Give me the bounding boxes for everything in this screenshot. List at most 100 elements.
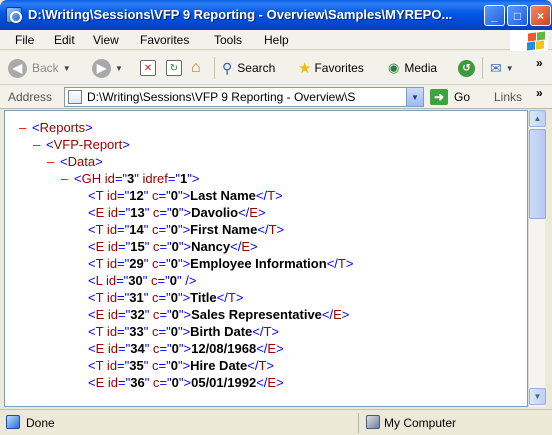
xml-element: <T id="31" c="0">Title</T> <box>88 289 243 306</box>
xml-attr-value: 0 <box>170 290 178 305</box>
maximize-button[interactable]: □ <box>507 5 528 26</box>
minimize-button[interactable]: _ <box>484 5 505 26</box>
forward-button[interactable]: ▶ ▼ <box>92 58 123 78</box>
xml-element: <GH id="3" idref="1"> <box>74 170 199 187</box>
menu-bar: File Edit View Favorites Tools Help <box>0 30 552 50</box>
xml-element: <T id="14" c="0">First Name</T> <box>88 221 284 238</box>
go-arrow-icon[interactable]: ➜ <box>430 89 448 105</box>
xml-tag-name: E <box>249 205 258 220</box>
xml-attr-value: 0 <box>170 324 178 339</box>
xml-line[interactable]: – <GH id="3" idref="1"> <box>5 170 525 187</box>
collapse-toggle[interactable]: – <box>61 170 68 187</box>
xml-tag-name: E <box>95 239 105 254</box>
xml-bracket: > <box>345 256 354 271</box>
my-computer-icon <box>366 415 380 429</box>
xml-line: <T id="35" c="0">Hire Date</T> <box>5 357 525 374</box>
menu-help[interactable]: Help <box>264 33 289 47</box>
search-button[interactable]: ⚲ Search <box>222 58 275 78</box>
xml-bracket: =" <box>114 171 128 186</box>
xml-bracket: < <box>32 120 40 135</box>
xml-bracket: </ <box>256 341 268 356</box>
xml-attr-value: 13 <box>130 205 145 220</box>
xml-tree: – <Reports> – <VFP-Report> – <Data> – <GH id="3… <box>5 119 525 391</box>
xml-text-value: Employee Information <box>190 256 327 271</box>
history-button[interactable]: ↺ <box>458 58 475 78</box>
toolbar-overflow-button[interactable]: » <box>536 53 543 73</box>
window-title: D:\Writing\Sessions\VFP 9 Reporting - Ov… <box>28 7 453 22</box>
xml-text-value: Title <box>190 290 217 305</box>
xml-tag-name: Data <box>67 154 96 169</box>
menu-tools[interactable]: Tools <box>214 33 242 47</box>
menu-file[interactable]: File <box>15 33 34 47</box>
xml-text-value: First Name <box>190 222 258 237</box>
address-bar: Address D:\Writing\Sessions\VFP 9 Report… <box>0 85 552 109</box>
scroll-thumb[interactable] <box>529 129 546 219</box>
xml-tag-name: T <box>268 222 277 237</box>
xml-bracket: < <box>88 324 96 339</box>
xml-bracket: < <box>88 239 96 254</box>
page-done-icon <box>6 415 20 429</box>
xml-line[interactable]: – <Data> <box>5 153 525 170</box>
scroll-up-button[interactable]: ▲ <box>529 110 546 127</box>
xml-bracket: </ <box>326 256 338 271</box>
menu-favorites[interactable]: Favorites <box>140 33 189 47</box>
xml-attr-name: id <box>102 273 117 288</box>
xml-bracket: > <box>183 205 192 220</box>
scroll-down-button[interactable]: ▼ <box>529 388 546 405</box>
close-button[interactable]: × <box>530 5 551 26</box>
back-button[interactable]: ◀ Back ▼ <box>8 58 71 78</box>
xml-bracket: =" <box>157 273 170 288</box>
xml-line: <E id="13" c="0">Davolio</E> <box>5 204 525 221</box>
collapse-toggle[interactable]: – <box>19 119 26 136</box>
xml-bracket: =" <box>117 324 130 339</box>
xml-bracket: < <box>88 307 96 322</box>
xml-text-value: 12/08/1968 <box>191 341 257 356</box>
xml-bracket: =" <box>117 188 130 203</box>
xml-line: <T id="33" c="0">Birth Date</T> <box>5 323 525 340</box>
home-button[interactable]: ⌂ <box>191 58 201 78</box>
go-button[interactable]: Go <box>454 90 470 104</box>
xml-element: <E id="13" c="0">Davolio</E> <box>88 204 266 221</box>
xml-element: <T id="29" c="0">Employee Information</T… <box>88 255 353 272</box>
xml-bracket: =" <box>159 341 172 356</box>
favorites-button[interactable]: ★ Favorites <box>298 58 364 78</box>
xml-line[interactable]: – <VFP-Report> <box>5 136 525 153</box>
xml-bracket: =" <box>116 273 129 288</box>
links-overflow-button[interactable]: » <box>536 86 543 100</box>
xml-bracket: =" <box>118 375 131 390</box>
collapse-toggle[interactable]: – <box>47 153 54 170</box>
menu-edit[interactable]: Edit <box>54 33 75 47</box>
address-value: D:\Writing\Sessions\VFP 9 Reporting - Ov… <box>87 90 356 104</box>
refresh-icon: ↻ <box>166 60 182 76</box>
xml-bracket: < <box>88 222 96 237</box>
xml-attr-name: c <box>148 324 159 339</box>
xml-attr-name: idref <box>138 171 168 186</box>
xml-attr-value: 35 <box>129 358 144 373</box>
address-dropdown-button[interactable]: ▼ <box>406 88 423 106</box>
xml-line[interactable]: – <Reports> <box>5 119 525 136</box>
stop-button[interactable]: ✕ <box>140 58 156 78</box>
media-button[interactable]: ◉ Media <box>388 58 437 78</box>
collapse-toggle[interactable]: – <box>33 136 40 153</box>
xml-bracket: =" <box>118 341 131 356</box>
vertical-scrollbar[interactable]: ▲ ▼ <box>528 110 546 407</box>
xml-bracket: < <box>74 171 82 186</box>
xml-attr-value: 32 <box>130 307 145 322</box>
xml-bracket: </ <box>255 188 268 203</box>
xml-bracket: </ <box>247 358 259 373</box>
xml-attr-name: id <box>103 358 118 373</box>
xml-attr-value: 36 <box>130 375 145 390</box>
menu-view[interactable]: View <box>93 33 119 47</box>
links-button[interactable]: Links <box>494 90 522 104</box>
chevron-down-icon: ▼ <box>115 63 123 73</box>
xml-bracket: > <box>276 375 284 390</box>
xml-bracket: =" <box>117 290 130 305</box>
history-icon: ↺ <box>458 59 475 77</box>
address-input[interactable]: D:\Writing\Sessions\VFP 9 Reporting - Ov… <box>64 87 424 107</box>
xml-bracket: =" <box>117 256 130 271</box>
refresh-button[interactable]: ↻ <box>166 58 182 78</box>
xml-line: <E id="32" c="0">Sales Representative</E… <box>5 306 525 323</box>
address-label: Address <box>8 90 53 104</box>
xml-tag-name: T <box>337 256 346 271</box>
mail-button[interactable]: ✉ ▼ <box>490 58 514 78</box>
